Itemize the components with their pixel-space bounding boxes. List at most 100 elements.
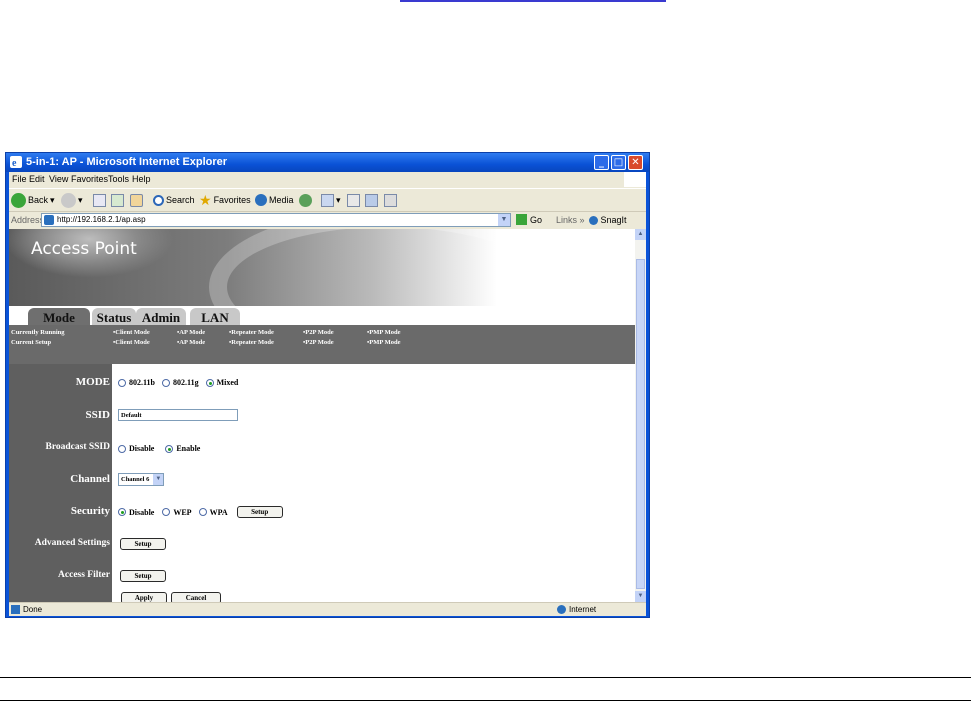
apply-button[interactable]: Apply <box>121 592 167 602</box>
links-button[interactable]: Links » <box>556 215 585 225</box>
stop-icon <box>93 193 106 207</box>
history-button[interactable] <box>299 192 312 208</box>
vertical-scrollbar[interactable]: ▲ ▼ <box>635 229 646 602</box>
mode-80211b-radio[interactable] <box>118 378 126 387</box>
banner-title: Access Point <box>31 239 137 259</box>
security-wpa-radio[interactable] <box>198 508 207 516</box>
forward-button[interactable]: ▾ <box>61 192 83 208</box>
scroll-down-icon[interactable]: ▼ <box>635 591 646 602</box>
scroll-up-icon[interactable]: ▲ <box>635 229 646 240</box>
tab-admin[interactable]: Admin <box>136 308 186 326</box>
access-filter-label: Access Filter <box>58 570 110 580</box>
home-icon <box>130 193 143 207</box>
mail-icon <box>321 193 334 207</box>
menu-view[interactable]: View <box>49 174 68 184</box>
web-page: Access Point Mode Status Admin LAN Curre… <box>9 229 635 602</box>
ssid-field-row: Default <box>118 409 238 421</box>
running-pmp-mode: •PMP Mode <box>367 329 401 336</box>
menu-edit[interactable]: Edit <box>29 174 45 184</box>
security-disable-radio[interactable] <box>118 508 126 516</box>
broadcast-disable-radio[interactable] <box>118 444 126 453</box>
history-icon <box>299 193 312 207</box>
favorites-button[interactable]: ★ Favorites <box>199 192 251 208</box>
search-button[interactable]: Search <box>153 192 195 208</box>
standard-toolbar: Back ▾ ▾ Search ★ Favorites Media ▾ <box>9 188 646 211</box>
forward-arrow-icon <box>61 192 76 208</box>
maximize-button[interactable]: □ <box>611 155 626 170</box>
back-arrow-icon <box>11 192 26 208</box>
broadcast-radio-group: Disable Enable <box>118 444 200 453</box>
home-button[interactable] <box>130 192 143 208</box>
mode-mixed-radio[interactable] <box>205 378 214 387</box>
form-actions: Apply Cancel <box>118 592 221 602</box>
channel-select[interactable]: Channel 6 ▼ <box>118 473 165 486</box>
access-filter-row: Setup <box>118 570 166 582</box>
minimize-button[interactable]: _ <box>594 155 609 170</box>
address-label: Address <box>11 215 45 225</box>
running-client-mode: •Client Mode <box>113 329 150 336</box>
document-hyperlink-underline <box>400 0 666 2</box>
refresh-icon <box>111 193 124 207</box>
security-setup-button[interactable]: Setup <box>236 506 283 518</box>
tab-mode[interactable]: Mode <box>28 308 90 326</box>
messenger-icon <box>384 193 397 207</box>
go-button[interactable]: Go <box>516 214 542 225</box>
menu-help[interactable]: Help <box>132 174 151 184</box>
browser-window: e 5-in-1: AP - Microsoft Internet Explor… <box>5 152 650 618</box>
menu-favorites[interactable]: Favorites <box>71 174 108 184</box>
menu-bar: File Edit View Favorites Tools Help <box>9 172 646 187</box>
edit-icon <box>365 193 378 207</box>
broadcast-ssid-label: Broadcast SSID <box>45 442 111 452</box>
cancel-button[interactable]: Cancel <box>171 592 221 602</box>
channel-dropdown-icon: ▼ <box>153 474 164 485</box>
broadcast-enable-radio[interactable] <box>165 444 174 453</box>
media-button[interactable]: Media <box>255 192 294 208</box>
stop-button[interactable] <box>93 192 106 208</box>
ie-icon: e <box>10 156 22 168</box>
setup-p2p-mode: •P2P Mode <box>303 339 334 346</box>
print-icon <box>347 193 360 207</box>
done-page-icon <box>11 605 20 614</box>
search-icon <box>153 194 164 206</box>
access-filter-setup-button[interactable]: Setup <box>120 570 166 582</box>
internet-globe-icon <box>557 605 566 614</box>
status-text: Done <box>23 605 43 614</box>
snagit-icon <box>589 216 598 226</box>
document-rule-bottom <box>0 700 971 701</box>
running-p2p-mode: •P2P Mode <box>303 329 334 336</box>
tab-lan[interactable]: LAN <box>190 308 240 326</box>
advanced-settings-label: Advanced Settings <box>34 538 110 548</box>
security-radio-group: Disable WEP WPA Setup <box>118 506 283 518</box>
security-wep-radio[interactable] <box>162 508 171 516</box>
back-button[interactable]: Back ▾ <box>11 192 55 208</box>
window-client: File Edit View Favorites Tools Help Back… <box>9 172 646 616</box>
window-title: 5-in-1: AP - Microsoft Internet Explorer <box>26 156 228 168</box>
title-bar: e 5-in-1: AP - Microsoft Internet Explor… <box>6 153 649 172</box>
ssid-input[interactable]: Default <box>118 409 238 421</box>
media-icon <box>255 194 267 206</box>
banner: Access Point <box>9 229 635 365</box>
tab-status[interactable]: Status <box>92 308 136 326</box>
address-dropdown-icon[interactable]: ▼ <box>498 214 510 226</box>
scroll-thumb[interactable] <box>636 259 645 589</box>
setup-repeater-mode: •Repeater Mode <box>229 339 274 346</box>
menu-tools[interactable]: Tools <box>108 174 129 184</box>
edit-button[interactable] <box>365 192 378 208</box>
running-ap-mode: •AP Mode <box>177 329 206 336</box>
messenger-button[interactable] <box>384 192 397 208</box>
advanced-settings-row: Setup <box>118 538 166 550</box>
refresh-button[interactable] <box>111 192 124 208</box>
ssid-label: SSID <box>85 409 110 421</box>
channel-label: Channel <box>70 473 110 485</box>
print-button[interactable] <box>347 192 360 208</box>
mail-button[interactable]: ▾ <box>321 192 341 208</box>
address-input[interactable]: http://192.168.2.1/ap.asp ▼ <box>41 213 511 227</box>
status-bar: Done Internet <box>9 602 646 616</box>
close-button[interactable]: ✕ <box>628 155 643 170</box>
snagit-button[interactable]: SnagIt <box>589 215 627 226</box>
go-arrow-icon <box>516 214 527 225</box>
advanced-setup-button[interactable]: Setup <box>120 538 166 550</box>
menu-file[interactable]: File <box>12 174 27 184</box>
mode-80211g-radio[interactable] <box>162 378 171 387</box>
security-zone: Internet <box>569 605 597 614</box>
